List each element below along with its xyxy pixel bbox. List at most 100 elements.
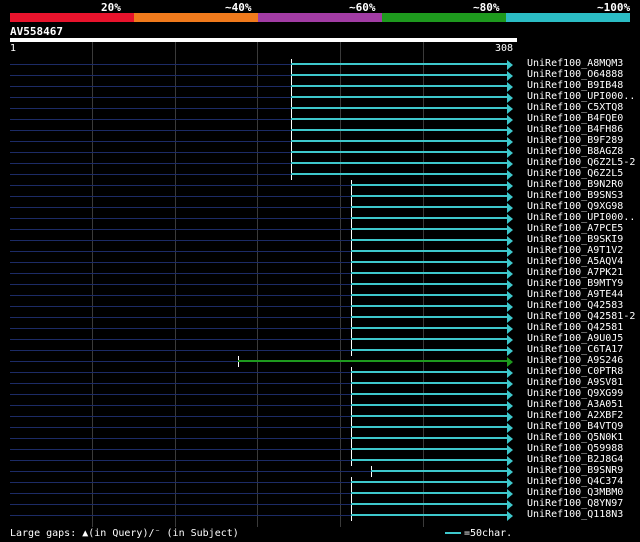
hit-bar[interactable] [351,426,508,428]
scale-legend: =50char. [445,528,512,539]
hit-label[interactable]: UniRef100_Q3MBM0 [527,487,623,498]
hit-label[interactable]: UniRef100_B9N2R0 [527,179,623,190]
hit-bar[interactable] [351,250,508,252]
hit-bar[interactable] [351,338,508,340]
hit-label[interactable]: UniRef100_Q8YN97 [527,498,623,509]
hit-label[interactable]: UniRef100_C0PTR8 [527,366,623,377]
hit-label[interactable]: UniRef100_O64888 [527,69,623,80]
hit-bar[interactable] [291,63,508,65]
hit-label[interactable]: UniRef100_A2XBF2 [527,410,623,421]
unaligned-line [10,141,291,142]
legend-label: ~100% [597,1,631,14]
unaligned-line [10,229,351,230]
hit-label[interactable]: UniRef100_Q6Z2L5-2 [527,157,635,168]
hit-label[interactable]: UniRef100_C6TA17 [527,344,623,355]
hit-bar[interactable] [351,459,508,461]
arrow-right-icon [507,126,513,136]
hit-bar[interactable] [351,272,508,274]
hit-label[interactable]: UniRef100_B9SKI9 [527,234,623,245]
unaligned-line [10,515,351,516]
hit-bar[interactable] [351,184,508,186]
arrow-right-icon [507,434,513,444]
hit-bar[interactable] [351,327,508,329]
hit-label[interactable]: UniRef100_A7PK21 [527,267,623,278]
hit-label[interactable]: UniRef100_C5XTQ8 [527,102,623,113]
hit-bar[interactable] [351,261,508,263]
hit-label[interactable]: UniRef100_B9SNR9 [527,465,623,476]
hit-label[interactable]: UniRef100_Q42583 [527,300,623,311]
hit-bar[interactable] [351,316,508,318]
hit-label[interactable]: UniRef100_A9S246 [527,355,623,366]
hit-label[interactable]: UniRef100_A9T1V2 [527,245,623,256]
hit-label[interactable]: UniRef100_B4FQE0 [527,113,623,124]
hit-bar[interactable] [291,162,508,164]
hit-row[interactable]: UniRef100_Q118N3 [0,509,640,521]
unaligned-line [10,460,351,461]
hit-bar[interactable] [351,415,508,417]
hit-label[interactable]: UniRef100_Q42581-2 [527,311,635,322]
unaligned-line [10,482,351,483]
hit-bar[interactable] [291,129,508,131]
hit-label[interactable]: UniRef100_A9SV81 [527,377,623,388]
hit-bar[interactable] [351,349,508,351]
hit-label[interactable]: UniRef100_B9MTY9 [527,278,623,289]
arrow-right-icon [507,379,513,389]
arrow-right-icon [507,247,513,257]
hit-label[interactable]: UniRef100_B4VTQ9 [527,421,623,432]
hit-label[interactable]: UniRef100_Q59988 [527,443,623,454]
hit-bar[interactable] [351,305,508,307]
hit-bar[interactable] [351,228,508,230]
hit-label[interactable]: UniRef100_Q9XG99 [527,388,623,399]
hit-bar[interactable] [351,393,508,395]
hit-label[interactable]: UniRef100_Q9XG98 [527,201,623,212]
unaligned-line [10,306,351,307]
hit-bar[interactable] [351,481,508,483]
hit-bar[interactable] [351,437,508,439]
hit-label[interactable]: UniRef100_A5AQV4 [527,256,623,267]
hit-label[interactable]: UniRef100_UPI000.. [527,91,635,102]
hit-bar[interactable] [351,514,508,516]
hit-bar[interactable] [291,96,508,98]
hit-label[interactable]: UniRef100_B8AGZ8 [527,146,623,157]
hit-bar[interactable] [291,140,508,142]
hit-bar[interactable] [351,239,508,241]
hit-bar[interactable] [351,371,508,373]
hit-label[interactable]: UniRef100_Q42581 [527,322,623,333]
hit-bar[interactable] [351,206,508,208]
hit-bar[interactable] [351,294,508,296]
hit-label[interactable]: UniRef100_A3A051 [527,399,623,410]
hit-bar[interactable] [351,503,508,505]
hit-bar[interactable] [351,283,508,285]
hit-label[interactable]: UniRef100_B2J8G4 [527,454,623,465]
query-ruler [10,38,517,42]
hit-bar[interactable] [291,151,508,153]
hit-label[interactable]: UniRef100_Q5N0K1 [527,432,623,443]
hit-bar[interactable] [371,470,508,472]
hit-label[interactable]: UniRef100_A8MQM3 [527,58,623,69]
hit-bar[interactable] [351,448,508,450]
hit-label[interactable]: UniRef100_UPI000.. [527,212,635,223]
hit-label[interactable]: UniRef100_B4FH86 [527,124,623,135]
hit-label[interactable]: UniRef100_Q4C374 [527,476,623,487]
hit-label[interactable]: UniRef100_A7PCE5 [527,223,623,234]
hit-label[interactable]: UniRef100_Q6Z2L5 [527,168,623,179]
hit-bar[interactable] [238,360,508,362]
hit-label[interactable]: UniRef100_A9TE44 [527,289,623,300]
hit-bar[interactable] [351,382,508,384]
hit-bar[interactable] [291,107,508,109]
hit-bar[interactable] [351,217,508,219]
hit-label[interactable]: UniRef100_B9F289 [527,135,623,146]
hit-bar[interactable] [291,74,508,76]
arrow-right-icon [507,511,513,521]
hit-label[interactable]: UniRef100_B9IB48 [527,80,623,91]
hit-bar[interactable] [291,118,508,120]
legend-band [10,13,134,22]
hit-bar[interactable] [351,492,508,494]
hit-bar[interactable] [351,195,508,197]
hit-label[interactable]: UniRef100_B9SNS3 [527,190,623,201]
hit-bar[interactable] [351,404,508,406]
hit-bar[interactable] [291,85,508,87]
hit-label[interactable]: UniRef100_A9U0J5 [527,333,623,344]
hit-bar[interactable] [291,173,508,175]
hit-label[interactable]: UniRef100_Q118N3 [527,509,623,520]
